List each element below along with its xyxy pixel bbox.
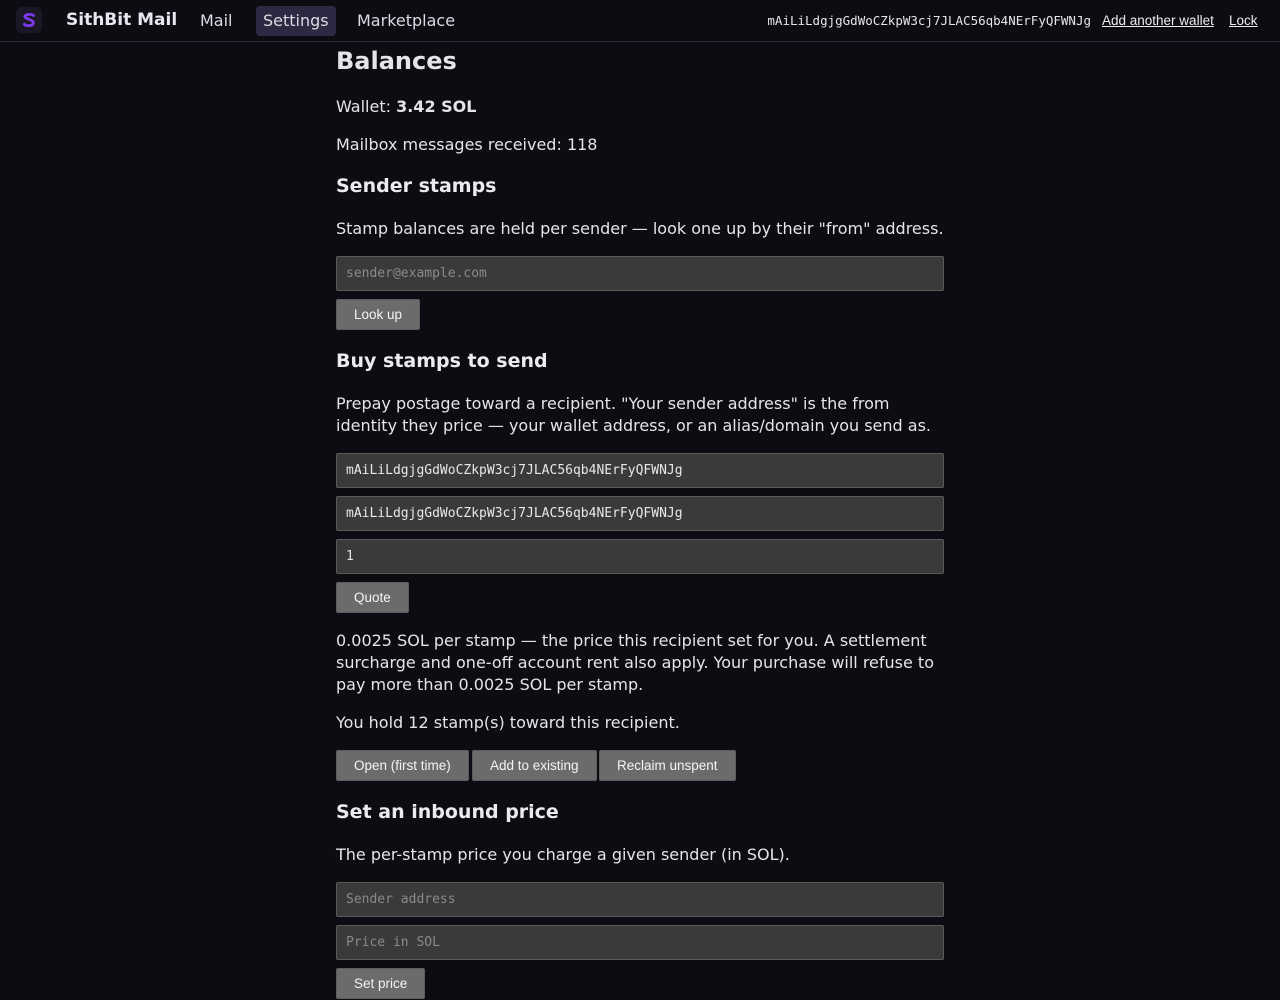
sender-lookup-input[interactable] (336, 256, 944, 291)
wallet-balance-value: 3.42 SOL (396, 97, 477, 116)
quote-result: 0.0025 SOL per stamp — the price this re… (336, 631, 934, 694)
inbound-price-title: Set an inbound price (336, 801, 559, 823)
sender-stamps-description: Stamp balances are held per sender — loo… (336, 219, 944, 238)
app-logo-icon[interactable] (16, 7, 42, 33)
sender-stamps-title: Sender stamps (336, 175, 497, 197)
set-price-button[interactable]: Set price (336, 968, 426, 999)
recipient-address-input[interactable] (336, 453, 944, 488)
balances-title: Balances (336, 47, 457, 75)
nav-settings[interactable]: Settings (256, 6, 336, 36)
lock-link[interactable]: Lock (1229, 13, 1258, 28)
add-wallet-link[interactable]: Add another wallet (1102, 13, 1214, 28)
buy-stamps-title: Buy stamps to send (336, 350, 548, 372)
buy-stamps-description: Prepay postage toward a recipient. "Your… (336, 394, 932, 435)
wallet-address: mAiLiLdgjgGdWoCZkpW3cj7JLAC56qb4NErFyQFW… (767, 13, 1091, 28)
mailbox-count: Mailbox messages received: 118 (336, 135, 598, 154)
wallet-balance-label: Wallet: (336, 97, 397, 116)
top-bar: SithBit Mail Mail Settings Marketplace m… (0, 0, 1280, 42)
stamp-quantity-input[interactable] (336, 539, 944, 574)
lookup-button[interactable]: Look up (336, 299, 421, 330)
inbound-sender-input[interactable] (336, 882, 944, 917)
app-name: SithBit Mail (66, 10, 178, 30)
inbound-price-input[interactable] (336, 925, 944, 960)
open-first-time-button[interactable]: Open (first time) (336, 750, 469, 781)
nav-marketplace[interactable]: Marketplace (350, 6, 462, 36)
sender-address-input[interactable] (336, 496, 944, 531)
wallet-balance: Wallet: 3.42 SOL (336, 96, 476, 118)
add-to-existing-button[interactable]: Add to existing (472, 750, 597, 781)
inbound-price-description: The per-stamp price you charge a given s… (336, 845, 790, 864)
nav-mail[interactable]: Mail (193, 6, 240, 36)
reclaim-unspent-button[interactable]: Reclaim unspent (599, 750, 736, 781)
quote-button[interactable]: Quote (336, 582, 409, 613)
stamp-holdings: You hold 12 stamp(s) toward this recipie… (336, 713, 680, 732)
logo-s-icon (22, 12, 35, 28)
